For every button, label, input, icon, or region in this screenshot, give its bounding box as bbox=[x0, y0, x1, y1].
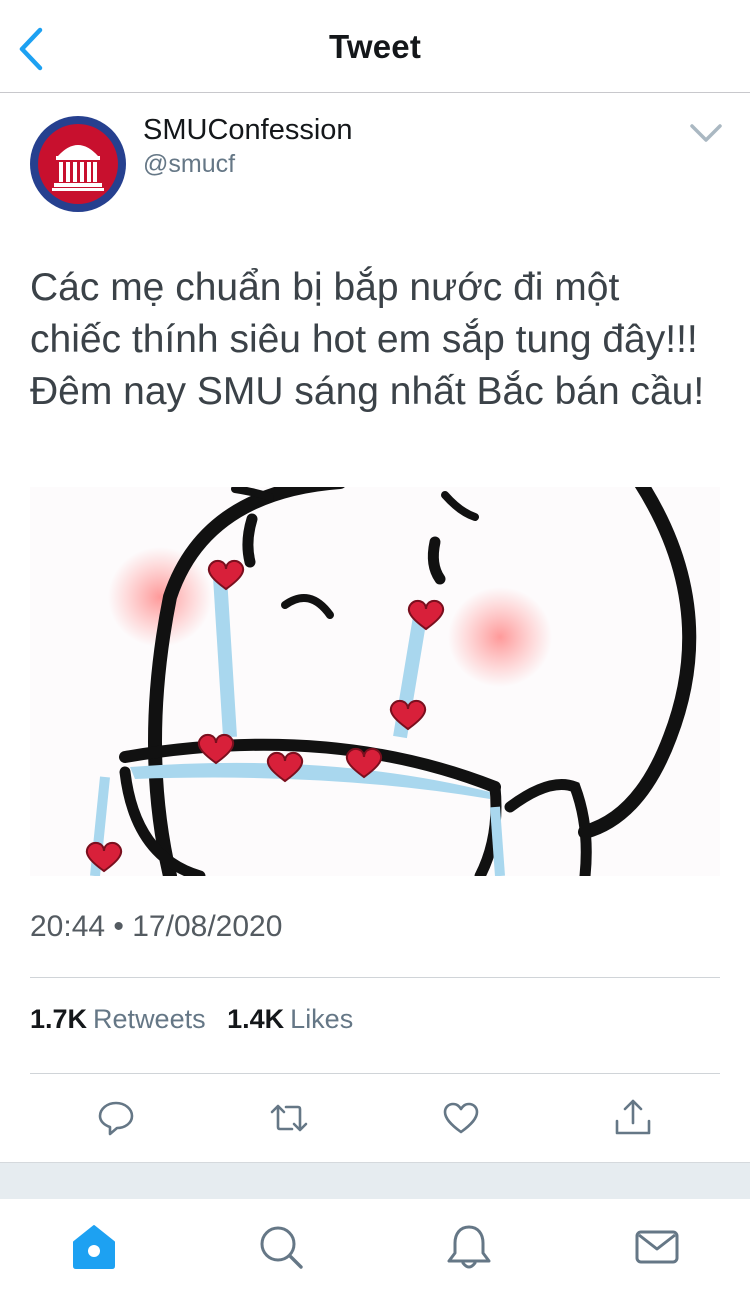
tab-search[interactable] bbox=[255, 1221, 307, 1273]
tweet-menu-button[interactable] bbox=[688, 118, 724, 148]
tweet-image[interactable] bbox=[30, 487, 720, 876]
tab-home[interactable] bbox=[68, 1221, 120, 1273]
top-nav-bar: Tweet bbox=[0, 0, 750, 93]
share-button[interactable] bbox=[612, 1097, 654, 1139]
section-separator bbox=[0, 1162, 750, 1200]
author-handle[interactable]: @smucf bbox=[143, 150, 235, 179]
building-columns-icon bbox=[30, 116, 126, 212]
bottom-tab-bar bbox=[0, 1199, 750, 1298]
search-icon bbox=[260, 1226, 303, 1269]
retweets-label: Retweets bbox=[93, 1004, 206, 1034]
avatar[interactable] bbox=[30, 116, 126, 212]
retweet-icon bbox=[270, 1104, 308, 1132]
divider bbox=[30, 977, 720, 978]
retweets-count: 1.7K bbox=[30, 1004, 88, 1034]
likes-label: Likes bbox=[290, 1004, 354, 1034]
tab-notifications[interactable] bbox=[443, 1221, 495, 1273]
likes-count: 1.4K bbox=[227, 1004, 285, 1034]
divider bbox=[30, 1073, 720, 1074]
home-icon bbox=[73, 1225, 115, 1269]
chevron-down-icon bbox=[690, 124, 722, 142]
reply-icon bbox=[98, 1101, 134, 1136]
retweet-button[interactable] bbox=[268, 1097, 310, 1139]
tweet-stats: 1.7K Retweets 1.4K Likes bbox=[30, 1004, 367, 1035]
crying-hearts-meme-image bbox=[85, 487, 697, 876]
page-title: Tweet bbox=[328, 28, 422, 65]
retweets-stat[interactable]: 1.7K Retweets bbox=[30, 1004, 227, 1034]
author-name[interactable]: SMUConfession bbox=[143, 114, 353, 147]
like-button[interactable] bbox=[440, 1097, 482, 1139]
reply-button[interactable] bbox=[95, 1097, 137, 1139]
tab-messages[interactable] bbox=[631, 1221, 683, 1273]
like-icon bbox=[443, 1102, 479, 1134]
tweet-text: Các mẹ chuẩn bị bắp nước đi một chiếc th… bbox=[30, 266, 705, 413]
notifications-icon bbox=[447, 1225, 491, 1269]
share-icon bbox=[615, 1099, 651, 1135]
tweet-timestamp: 20:44 • 17/08/2020 bbox=[30, 910, 283, 943]
messages-icon bbox=[635, 1230, 679, 1264]
likes-stat[interactable]: 1.4K Likes bbox=[227, 1004, 367, 1034]
